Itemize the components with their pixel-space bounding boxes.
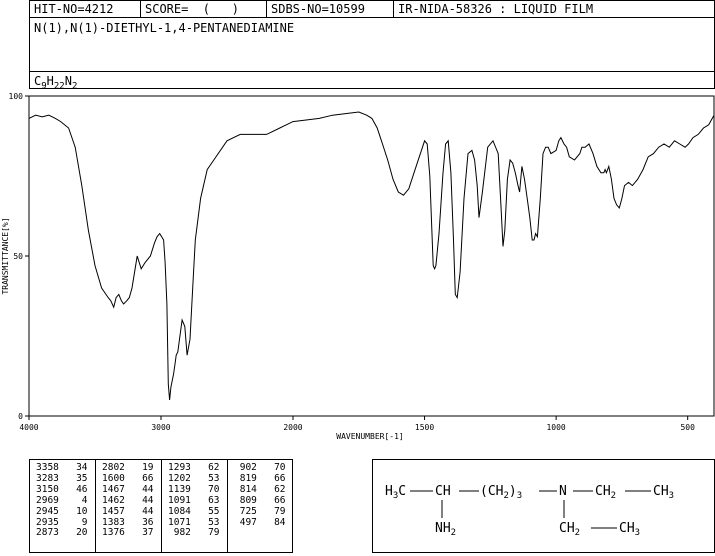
structure-box: H3C CH (CH2)3 N CH2 CH3 NH2 CH2 CH3 xyxy=(372,459,715,553)
peak-transmittance: 37 xyxy=(130,527,154,539)
x-axis-ticks: 4000 3000 2000 1500 1000 500 xyxy=(19,416,695,432)
peak-transmittance: 70 xyxy=(196,483,220,495)
nitrogen-atom: N xyxy=(559,484,567,499)
peak-transmittance: 66 xyxy=(262,472,286,484)
peak-transmittance: 34 xyxy=(64,462,88,473)
peak-wavenumber: 814 xyxy=(234,483,257,495)
ch-group: CH xyxy=(435,484,451,499)
x-tick-label: 4000 xyxy=(19,423,38,432)
peak-transmittance: 4 xyxy=(64,494,88,506)
peak-column: 1293 62 1202 53 1139 70 1091 63 1084 55 1071 … xyxy=(168,462,220,539)
peak-transmittance: 9 xyxy=(64,516,88,528)
peak-transmittance: 66 xyxy=(262,494,286,506)
peak-table: 3358 34 3283 35 3150 46 2969 4 2945 10 2935 9… xyxy=(29,459,293,553)
peak-wavenumber: 819 xyxy=(234,472,257,484)
y-axis-ticks: 100 50 0 xyxy=(9,92,29,421)
x-axis-label: WAVENUMBER[-1] xyxy=(336,432,403,441)
peak-wavenumber: 3283 xyxy=(36,472,59,484)
peak-row: 497 84 xyxy=(234,516,286,529)
peak-wavenumber: 1376 xyxy=(102,527,125,539)
peak-wavenumber: 497 xyxy=(234,516,257,528)
peak-wavenumber: 2945 xyxy=(36,505,59,517)
ethyl-ch3-b: CH3 xyxy=(619,521,640,538)
ethyl-ch3-a: CH3 xyxy=(653,484,674,501)
peak-wavenumber: 1600 xyxy=(102,472,125,484)
peak-transmittance: 46 xyxy=(64,483,88,495)
structural-formula: H3C CH (CH2)3 N CH2 CH3 NH2 CH2 CH3 xyxy=(385,484,674,538)
peak-wavenumber: 3358 xyxy=(36,462,59,473)
peak-wavenumber: 3150 xyxy=(36,483,59,495)
peak-row: 1376 37 xyxy=(102,527,154,539)
peak-wavenumber: 1293 xyxy=(168,462,191,473)
peak-wavenumber: 2969 xyxy=(36,494,59,506)
peak-wavenumber: 1202 xyxy=(168,472,191,484)
methyl-group: H3C xyxy=(385,484,406,501)
y-tick-label: 50 xyxy=(13,252,23,261)
peak-wavenumber: 1457 xyxy=(102,505,125,517)
peak-transmittance: 44 xyxy=(130,494,154,506)
peak-row: 2873 20 xyxy=(36,527,88,539)
peak-transmittance: 70 xyxy=(262,462,286,473)
ethyl-ch2-a: CH2 xyxy=(595,484,616,501)
peak-transmittance: 20 xyxy=(64,527,88,539)
peak-transmittance: 44 xyxy=(130,505,154,517)
peak-transmittance: 19 xyxy=(130,462,154,473)
peak-transmittance: 55 xyxy=(196,505,220,517)
y-axis-label: TRANSMITTANCE[%] xyxy=(1,217,10,294)
peak-wavenumber: 809 xyxy=(234,494,257,506)
peak-transmittance: 79 xyxy=(196,527,220,539)
x-tick-label: 2000 xyxy=(283,423,302,432)
peak-transmittance: 62 xyxy=(262,483,286,495)
peak-wavenumber: 1139 xyxy=(168,483,191,495)
peak-transmittance: 53 xyxy=(196,472,220,484)
peak-transmittance: 66 xyxy=(130,472,154,484)
peak-transmittance: 63 xyxy=(196,494,220,506)
peak-wavenumber: 1462 xyxy=(102,494,125,506)
peak-wavenumber: 2802 xyxy=(102,462,125,473)
x-tick-label: 1000 xyxy=(546,423,565,432)
peak-column: 2802 19 1600 66 1467 44 1462 44 1457 44 1383 … xyxy=(102,462,154,539)
peak-wavenumber: 1091 xyxy=(168,494,191,506)
peak-wavenumber: 725 xyxy=(234,505,257,517)
peak-column: 3358 34 3283 35 3150 46 2969 4 2945 10 2935 9… xyxy=(36,462,88,539)
peak-wavenumber: 1084 xyxy=(168,505,191,517)
x-tick-label: 500 xyxy=(680,423,695,432)
peak-transmittance: 53 xyxy=(196,516,220,528)
peak-wavenumber: 2873 xyxy=(36,527,59,539)
spectrum-line xyxy=(28,111,715,401)
peak-transmittance: 35 xyxy=(64,472,88,484)
peak-row: 982 79 xyxy=(168,527,220,539)
peak-wavenumber: 1467 xyxy=(102,483,125,495)
peak-wavenumber: 982 xyxy=(168,527,191,539)
peak-column: 902 70 819 66 814 62 809 66 725 79 497 8… xyxy=(234,462,286,529)
peak-transmittance: 36 xyxy=(130,516,154,528)
chain-group: (CH2)3 xyxy=(480,484,522,501)
peak-transmittance: 44 xyxy=(130,483,154,495)
peak-wavenumber: 1383 xyxy=(102,516,125,528)
peak-transmittance: 79 xyxy=(262,505,286,517)
peak-transmittance: 62 xyxy=(196,462,220,473)
x-tick-label: 3000 xyxy=(151,423,170,432)
ir-spectrum-chart: 4000 3000 2000 1500 1000 500 100500 WAVENUMBE… xyxy=(1,92,715,441)
peak-wavenumber: 2935 xyxy=(36,516,59,528)
y-tick-label: 100 xyxy=(9,92,24,101)
peak-wavenumber: 1071 xyxy=(168,516,191,528)
peak-wavenumber: 902 xyxy=(234,462,257,473)
ethyl-ch2-b: CH2 xyxy=(559,521,580,538)
y-tick-label: 0 xyxy=(18,412,23,421)
plot-frame xyxy=(28,95,715,417)
peak-transmittance: 84 xyxy=(262,516,286,528)
amine-group: NH2 xyxy=(435,521,456,538)
peak-transmittance: 10 xyxy=(64,505,88,517)
x-tick-label: 1500 xyxy=(415,423,434,432)
